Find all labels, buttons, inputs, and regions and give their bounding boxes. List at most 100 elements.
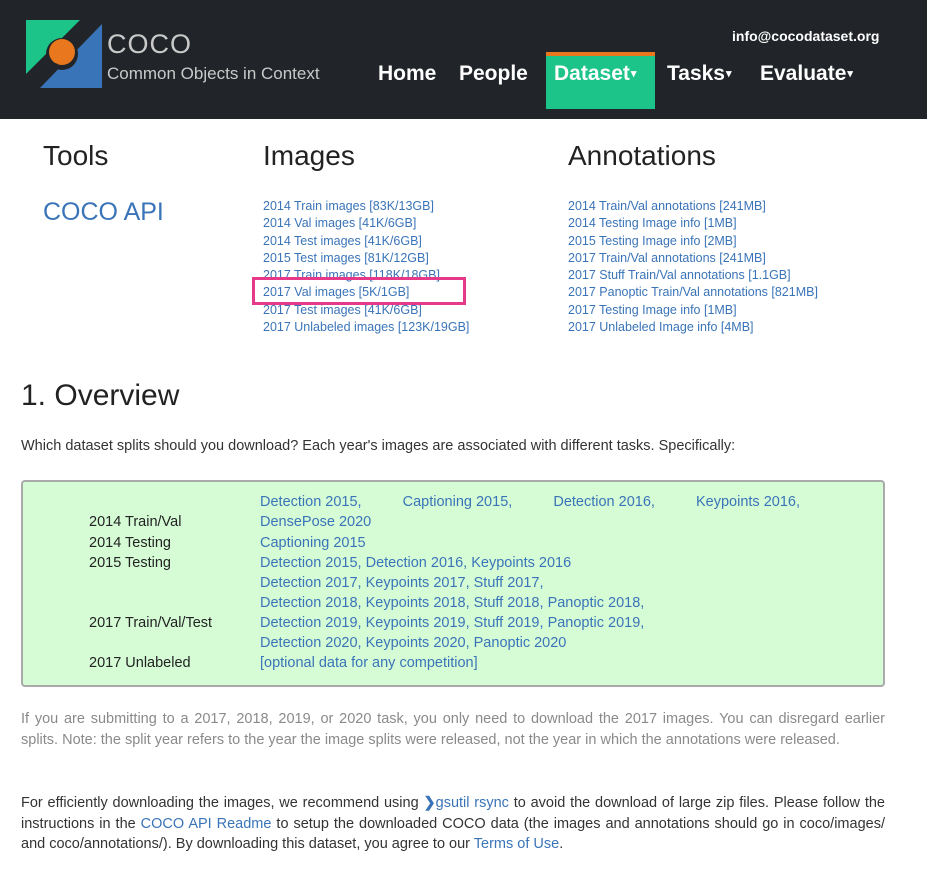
nav-dataset-label: Dataset <box>554 62 630 85</box>
chevron-right-icon: ❯ <box>423 795 436 811</box>
task-link[interactable]: Keypoints 2019 <box>366 615 466 631</box>
task-link[interactable]: Stuff 2019 <box>474 615 540 631</box>
nav-people[interactable]: People <box>459 61 528 87</box>
split-label: 2014 Train/Val <box>89 514 182 530</box>
annotation-download-link[interactable]: 2017 Testing Image info [1MB] <box>568 303 737 317</box>
images-heading: Images <box>263 140 355 171</box>
list-item: 2014 Train images [83K/13GB] <box>263 198 469 215</box>
task-link[interactable]: Keypoints 2016 <box>696 494 796 510</box>
annotation-download-link[interactable]: 2017 Stuff Train/Val annotations [1.1GB] <box>568 268 791 282</box>
para-text: For efficiently downloading the images, … <box>21 795 424 811</box>
task-link[interactable]: Detection 2016 <box>366 555 464 571</box>
split-tasks-row: Detection 2017, Keypoints 2017, Stuff 20… <box>260 575 544 591</box>
task-link[interactable]: Keypoints 2017 <box>366 575 466 591</box>
split-tasks-row: DensePose 2020 <box>260 514 371 530</box>
task-link[interactable]: Detection 2015 <box>260 494 358 510</box>
split-tasks-row: Detection 2018, Keypoints 2018, Stuff 20… <box>260 595 645 611</box>
coco-logo-icon[interactable] <box>24 18 102 88</box>
image-download-link[interactable]: 2014 Train images [83K/13GB] <box>263 199 434 213</box>
annotation-download-link[interactable]: 2014 Testing Image info [1MB] <box>568 216 737 230</box>
list-item: 2017 Unlabeled Image info [4MB] <box>568 319 818 336</box>
task-link[interactable]: Captioning 2015 <box>260 535 366 551</box>
annotation-download-link[interactable]: 2017 Train/Val annotations [241MB] <box>568 251 766 265</box>
list-item: 2014 Train/Val annotations [241MB] <box>568 198 818 215</box>
list-item: 2017 Panoptic Train/Val annotations [821… <box>568 284 818 301</box>
task-link[interactable]: Panoptic 2020 <box>474 635 567 651</box>
list-item: 2015 Test images [81K/12GB] <box>263 250 469 267</box>
split-label: 2017 Train/Val/Test <box>89 615 213 631</box>
annotation-download-link[interactable]: 2017 Unlabeled Image info [4MB] <box>568 320 754 334</box>
chevron-down-icon: ▾ <box>847 68 853 81</box>
chevron-down-icon: ▾ <box>726 68 732 81</box>
split-tasks-row: Detection 2020, Keypoints 2020, Panoptic… <box>260 635 567 651</box>
task-link[interactable]: DensePose 2020 <box>260 514 371 530</box>
list-item: 2014 Val images [41K/6GB] <box>263 215 469 232</box>
task-link[interactable]: Detection 2018 <box>260 595 358 611</box>
task-link[interactable]: Detection 2015 <box>260 555 358 571</box>
nav-evaluate[interactable]: Evaluate▾ <box>760 61 853 87</box>
annotations-download-list: 2014 Train/Val annotations [241MB] 2014 … <box>568 198 818 336</box>
split-label: 2015 Testing <box>89 555 171 571</box>
overview-intro: Which dataset splits should you download… <box>21 438 736 454</box>
gsutil-rsync-link[interactable]: ❯gsutil rsync <box>423 795 508 811</box>
task-link[interactable]: Keypoints 2018 <box>366 595 466 611</box>
nav-tasks-label: Tasks <box>667 62 725 85</box>
tools-heading: Tools <box>43 140 109 171</box>
coco-api-link[interactable]: COCO API <box>43 198 164 227</box>
download-instructions: For efficiently downloading the images, … <box>21 793 885 855</box>
split-label: 2017 Unlabeled <box>89 655 191 671</box>
task-link[interactable]: Panoptic 2019 <box>548 615 641 631</box>
nav-home-label: Home <box>378 62 437 85</box>
terms-of-use-link[interactable]: Terms of Use <box>474 836 559 852</box>
list-item: 2014 Test images [41K/6GB] <box>263 233 469 250</box>
list-item: 2017 Testing Image info [1MB] <box>568 302 818 319</box>
task-link[interactable]: [optional data for any competition] <box>260 655 478 671</box>
task-link[interactable]: Stuff 2017 <box>474 575 540 591</box>
annotations-heading: Annotations <box>568 140 716 171</box>
annotation-download-link[interactable]: 2017 Panoptic Train/Val annotations [821… <box>568 285 818 299</box>
split-tasks-row: Captioning 2015 <box>260 535 366 551</box>
list-item: 2015 Testing Image info [2MB] <box>568 233 818 250</box>
overview-heading: 1. Overview <box>21 379 180 412</box>
nav-dataset[interactable]: Dataset▾ <box>554 61 636 87</box>
nav-evaluate-label: Evaluate <box>760 62 847 85</box>
task-link[interactable]: Panoptic 2018 <box>548 595 641 611</box>
split-label: 2014 Testing <box>89 535 171 551</box>
annotation-download-link[interactable]: 2015 Testing Image info [2MB] <box>568 234 737 248</box>
contact-email-link[interactable]: info@cocodataset.org <box>732 28 879 44</box>
gsutil-rsync-label: gsutil rsync <box>435 795 509 811</box>
task-link[interactable]: Detection 2016 <box>553 494 651 510</box>
task-link[interactable]: Keypoints 2016 <box>471 555 571 571</box>
image-download-link[interactable]: 2017 Unlabeled images [123K/19GB] <box>263 320 469 334</box>
split-tasks-row: [optional data for any competition] <box>260 655 478 671</box>
annotation-download-link[interactable]: 2014 Train/Val annotations [241MB] <box>568 199 766 213</box>
top-navbar: COCO Common Objects in Context info@coco… <box>0 0 927 119</box>
logo-title[interactable]: COCO <box>107 29 192 60</box>
highlight-box <box>252 277 466 305</box>
split-tasks-row: Detection 2015, Captioning 2015, Detecti… <box>260 494 800 510</box>
split-tasks-row: Detection 2019, Keypoints 2019, Stuff 20… <box>260 615 645 631</box>
nav-tasks[interactable]: Tasks▾ <box>667 61 732 87</box>
split-tasks-row: Detection 2015, Detection 2016, Keypoint… <box>260 555 572 571</box>
image-download-link[interactable]: 2015 Test images [81K/12GB] <box>263 251 429 265</box>
logo-subtitle[interactable]: Common Objects in Context <box>107 64 320 84</box>
task-link[interactable]: Detection 2017 <box>260 575 358 591</box>
task-link[interactable]: Detection 2019 <box>260 615 358 631</box>
nav-home[interactable]: Home <box>378 61 436 87</box>
chevron-down-icon: ▾ <box>630 68 637 81</box>
list-item: 2014 Testing Image info [1MB] <box>568 215 818 232</box>
nav-people-label: People <box>459 62 528 85</box>
split-year-note: If you are submitting to a 2017, 2018, 2… <box>21 711 885 748</box>
task-link[interactable]: Stuff 2018 <box>474 595 540 611</box>
list-item: 2017 Unlabeled images [123K/19GB] <box>263 319 469 336</box>
task-link[interactable]: Detection 2020 <box>260 635 358 651</box>
task-link[interactable]: Keypoints 2020 <box>366 635 466 651</box>
image-download-link[interactable]: 2014 Test images [41K/6GB] <box>263 234 422 248</box>
list-item: 2017 Train/Val annotations [241MB] <box>568 250 818 267</box>
para-text: . <box>559 836 564 852</box>
coco-api-readme-link[interactable]: COCO API Readme <box>141 816 272 832</box>
list-item: 2017 Stuff Train/Val annotations [1.1GB] <box>568 267 818 284</box>
task-link[interactable]: Captioning 2015 <box>403 494 509 510</box>
image-download-link[interactable]: 2014 Val images [41K/6GB] <box>263 216 416 230</box>
images-download-list: 2014 Train images [83K/13GB] 2014 Val im… <box>263 198 469 336</box>
